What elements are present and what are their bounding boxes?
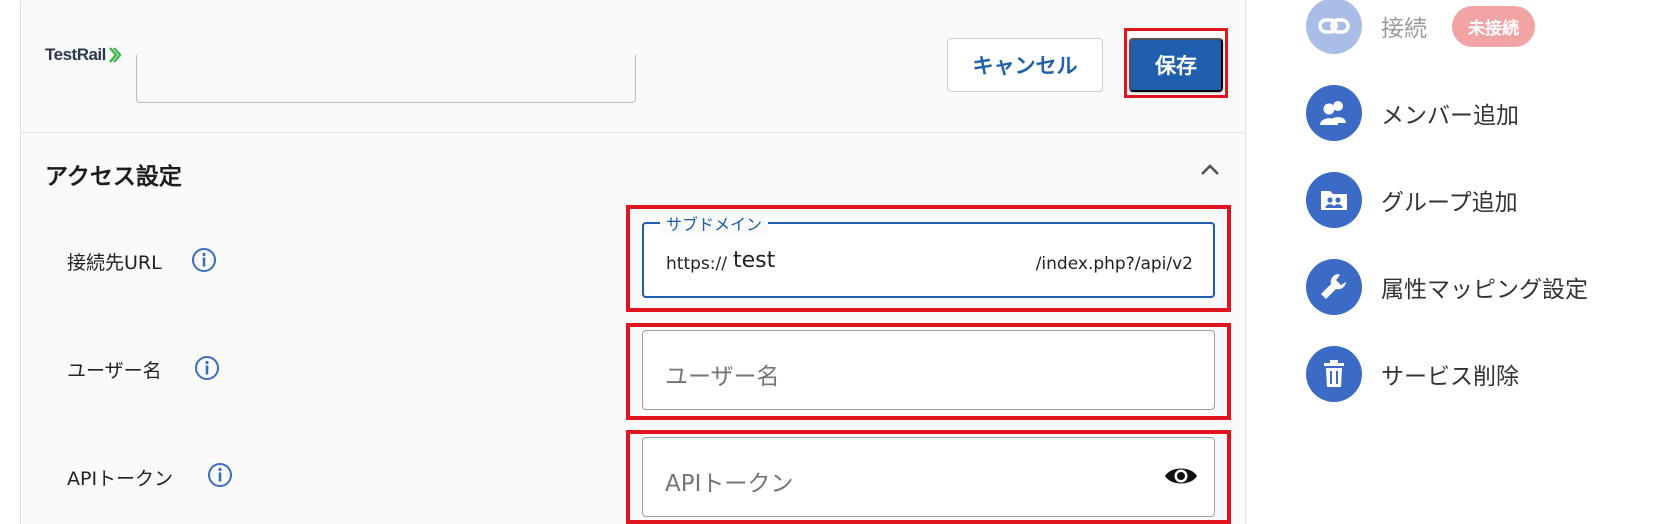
add-member-menu-item[interactable]: メンバー追加 [1306, 85, 1519, 141]
subdomain-value: test [733, 248, 776, 273]
cancel-button[interactable]: キャンセル [947, 38, 1103, 92]
stub-input[interactable] [136, 55, 636, 103]
group-folder-icon [1306, 172, 1362, 228]
url-suffix: /index.php?/api/v2 [1035, 254, 1193, 274]
username-label: ユーザー名 [67, 360, 162, 382]
attr-mapping-menu-item[interactable]: 属性マッピング設定 [1306, 259, 1588, 315]
eye-icon[interactable] [1164, 462, 1198, 490]
subdomain-input[interactable]: サブドメイン https:// test /index.php?/api/v2 [642, 211, 1215, 298]
info-icon[interactable] [194, 355, 220, 381]
people-icon [1306, 85, 1362, 141]
wrench-icon [1306, 259, 1362, 315]
chevron-up-icon[interactable] [1198, 158, 1222, 182]
save-button[interactable]: 保存 [1129, 38, 1223, 92]
url-label: 接続先URL [67, 252, 162, 274]
info-icon[interactable] [191, 247, 217, 273]
add-group-label: グループ追加 [1381, 190, 1518, 216]
api-token-placeholder: APIトークン [665, 471, 794, 497]
testrail-logo: TestRail [45, 45, 122, 65]
section-title: アクセス設定 [45, 164, 182, 190]
subdomain-floating-label: サブドメイン [660, 211, 769, 235]
connect-menu-item[interactable]: 接続 未接続 [1306, 0, 1535, 54]
delete-service-label: サービス削除 [1381, 364, 1519, 390]
delete-service-menu-item[interactable]: サービス削除 [1306, 346, 1519, 402]
api-token-label: APIトークン [67, 468, 174, 490]
connect-label: 接続 [1381, 16, 1427, 42]
username-input[interactable]: ユーザー名 [642, 330, 1215, 410]
info-icon[interactable] [207, 462, 233, 488]
logo-text: TestRail [45, 45, 106, 64]
username-placeholder: ユーザー名 [665, 364, 780, 390]
add-member-label: メンバー追加 [1381, 103, 1519, 129]
url-prefix: https:// [666, 254, 727, 274]
trash-icon [1306, 346, 1362, 402]
testrail-logo-icon [108, 47, 122, 63]
api-token-input[interactable]: APIトークン [642, 437, 1215, 517]
status-badge: 未接続 [1452, 5, 1535, 47]
add-group-menu-item[interactable]: グループ追加 [1306, 172, 1518, 228]
link-icon [1306, 0, 1362, 54]
attr-mapping-label: 属性マッピング設定 [1381, 277, 1588, 303]
